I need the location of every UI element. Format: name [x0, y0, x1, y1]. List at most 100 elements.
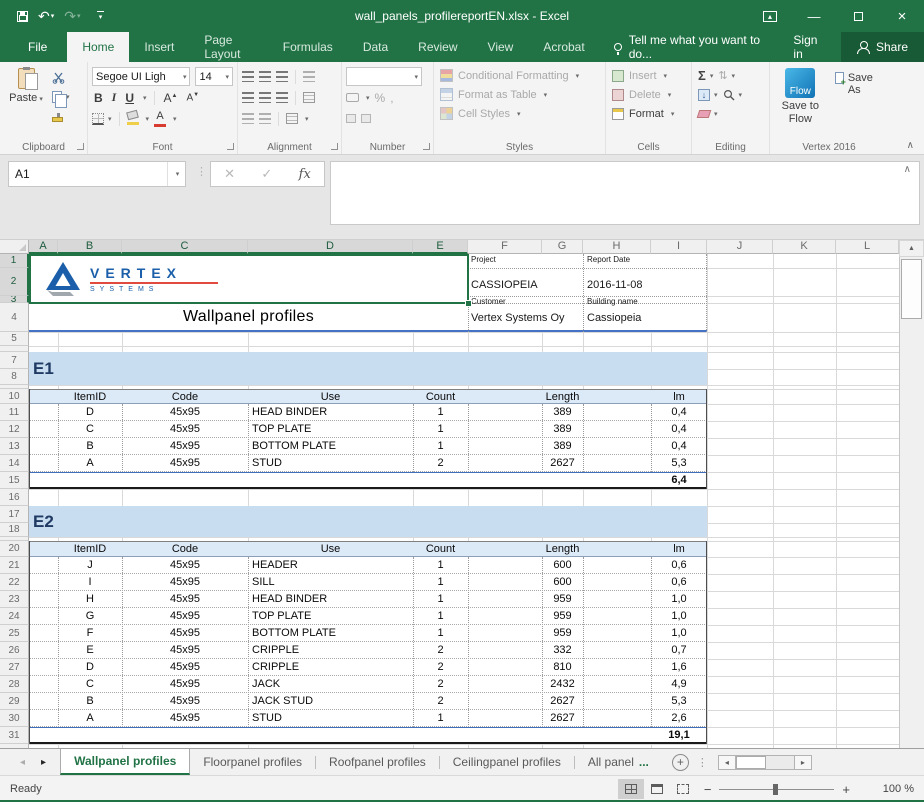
column-header-H[interactable]: H [583, 240, 651, 254]
cell[interactable]: 45x95 [122, 404, 248, 421]
cell[interactable]: B [58, 438, 122, 455]
align-middle-button[interactable] [259, 71, 271, 82]
number-format-select[interactable]: ▾ [346, 67, 422, 86]
row-header[interactable]: 30 [0, 710, 29, 727]
row-header[interactable]: 31 [0, 727, 29, 744]
cell[interactable]: CRIPPLE [248, 642, 413, 659]
cell[interactable]: 2,6 [651, 710, 707, 727]
column-header-K[interactable]: K [773, 240, 836, 254]
new-sheet-button[interactable]: + [672, 754, 689, 771]
cell[interactable]: I [58, 574, 122, 591]
cell[interactable]: 0,4 [651, 404, 707, 421]
row-header[interactable]: 25 [0, 625, 29, 642]
cell[interactable]: A [58, 455, 122, 472]
cell[interactable]: JACK STUD [248, 693, 413, 710]
cell[interactable]: 45x95 [122, 455, 248, 472]
row-header[interactable]: 17 [0, 506, 29, 523]
row-header[interactable]: 27 [0, 659, 29, 676]
cell[interactable]: E [58, 642, 122, 659]
select-all-corner[interactable] [0, 240, 29, 254]
wrap-text-button[interactable] [303, 92, 315, 103]
row-header[interactable]: 3 [0, 296, 29, 303]
column-header-I[interactable]: I [651, 240, 707, 254]
vertical-scroll-thumb[interactable] [901, 259, 922, 319]
format-painter-button[interactable] [52, 109, 70, 125]
cell[interactable]: 45x95 [122, 608, 248, 625]
italic-button[interactable]: I [110, 90, 119, 105]
row-header[interactable]: 29 [0, 693, 29, 710]
cell[interactable]: F [58, 625, 122, 642]
increase-decimal-button[interactable] [346, 114, 356, 123]
column-header-C[interactable]: C [122, 240, 248, 254]
cell[interactable]: C [58, 676, 122, 693]
column-header-D[interactable]: D [248, 240, 413, 254]
project-value[interactable]: CASSIOPEIA [471, 277, 583, 294]
zoom-slider[interactable] [719, 789, 834, 790]
decrease-font-size-button[interactable]: A▼ [185, 92, 202, 103]
cell[interactable]: 45x95 [122, 693, 248, 710]
cell[interactable]: 1 [413, 591, 468, 608]
sheet-tab-wallpanel-profiles[interactable]: Wallpanel profiles [60, 749, 190, 775]
cell[interactable]: 389 [542, 404, 583, 421]
row-header[interactable]: 11 [0, 404, 29, 421]
scroll-right-button[interactable]: ▸ [794, 755, 812, 770]
font-color-button[interactable]: A [154, 111, 166, 127]
cell[interactable]: 959 [542, 625, 583, 642]
horizontal-scroll-thumb[interactable] [736, 756, 766, 769]
format-as-table-button[interactable]: Format as Table▾ [438, 85, 601, 104]
zoom-in-button[interactable]: + [834, 782, 858, 797]
cell[interactable]: 2432 [542, 676, 583, 693]
cell[interactable]: 1,0 [651, 608, 707, 625]
row-header[interactable]: 1 [0, 254, 29, 268]
scroll-up-button[interactable]: ▲ [899, 240, 924, 257]
cell[interactable]: D [58, 404, 122, 421]
cell-styles-button[interactable]: Cell Styles▾ [438, 104, 601, 123]
increase-indent-button[interactable] [259, 113, 271, 124]
row-header[interactable]: 23 [0, 591, 29, 608]
borders-button[interactable]: ▾ [92, 111, 112, 127]
building-name-value[interactable]: Cassiopeia [587, 310, 699, 327]
fill-handle[interactable] [465, 300, 472, 307]
cell[interactable]: J [58, 557, 122, 574]
align-center-button[interactable] [259, 92, 271, 103]
row-header[interactable]: 16 [0, 489, 29, 506]
ribbon-tab-file[interactable]: File [8, 32, 67, 62]
column-header-A[interactable]: A [29, 240, 58, 254]
cell[interactable]: C [58, 421, 122, 438]
cell[interactable]: 0,6 [651, 574, 707, 591]
cell[interactable]: BOTTOM PLATE [248, 625, 413, 642]
number-dialog-launcher[interactable] [423, 143, 430, 150]
chevron-down-icon[interactable]: ▾ [167, 162, 185, 186]
cell[interactable]: 5,3 [651, 455, 707, 472]
cell[interactable]: 1 [413, 625, 468, 642]
cell[interactable]: 45x95 [122, 591, 248, 608]
cell[interactable]: 389 [542, 421, 583, 438]
page-break-view-button[interactable] [670, 779, 696, 799]
ribbon-tab-data[interactable]: Data [348, 32, 403, 62]
cell[interactable]: 2 [413, 693, 468, 710]
cell[interactable]: 1 [413, 438, 468, 455]
horizontal-scrollbar[interactable]: ◂ ▸ [718, 755, 812, 770]
cell[interactable]: 1 [413, 557, 468, 574]
cell[interactable]: 1 [413, 404, 468, 421]
cell[interactable]: 959 [542, 608, 583, 625]
sheet-tab-roofpanel-profiles[interactable]: Roofpanel profiles [316, 749, 439, 775]
increase-font-size-button[interactable]: A▲ [162, 91, 180, 105]
cell[interactable]: 0,6 [651, 557, 707, 574]
formula-input[interactable]: ∧ [330, 161, 920, 225]
normal-view-button[interactable] [618, 779, 644, 799]
cell[interactable]: 1 [413, 574, 468, 591]
cell[interactable]: 45x95 [122, 438, 248, 455]
cell[interactable]: TOP PLATE [248, 421, 413, 438]
cell[interactable]: TOP PLATE [248, 608, 413, 625]
name-box[interactable]: A1 ▾ [8, 161, 186, 187]
scroll-left-button[interactable]: ◂ [718, 755, 736, 770]
row-header[interactable]: 2 [0, 268, 29, 296]
cell[interactable]: 1 [413, 421, 468, 438]
cell[interactable]: 45x95 [122, 574, 248, 591]
cell[interactable]: 45x95 [122, 557, 248, 574]
column-header-G[interactable]: G [542, 240, 583, 254]
column-header-E[interactable]: E [413, 240, 468, 254]
row-header[interactable]: 28 [0, 676, 29, 693]
row-header[interactable]: 4 [0, 303, 29, 332]
